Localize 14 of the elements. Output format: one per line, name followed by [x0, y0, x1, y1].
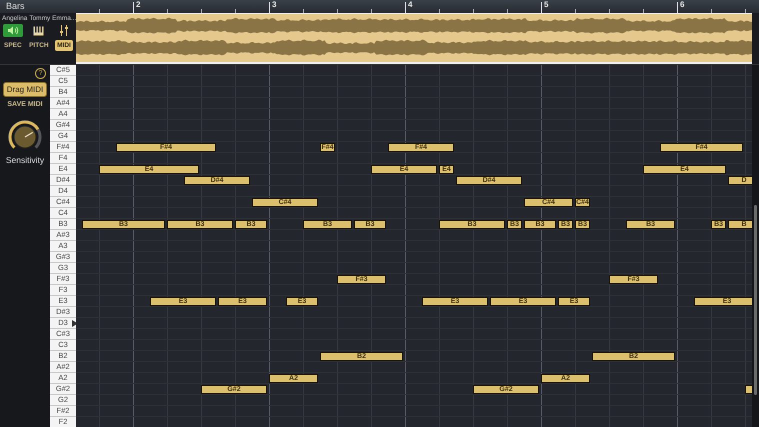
bar-number: 3 — [271, 0, 276, 9]
timeline-ruler[interactable]: 2 3 4 5 6 — [76, 0, 752, 13]
knob-label: Sensitivity — [6, 155, 44, 165]
bars-label: Bars — [6, 1, 25, 12]
sliders-icon — [58, 25, 69, 36]
bar-number: 4 — [407, 0, 412, 9]
piano-icon — [33, 26, 44, 36]
speaker-button[interactable] — [2, 24, 23, 37]
bar-number: 5 — [543, 0, 548, 9]
drag-midi-button[interactable]: Drag MIDI — [2, 82, 48, 97]
scrollbar-thumb[interactable] — [754, 205, 757, 395]
speaker-icon — [6, 26, 19, 35]
bar-number: 2 — [134, 0, 140, 9]
bar-number: 6 — [679, 0, 684, 9]
